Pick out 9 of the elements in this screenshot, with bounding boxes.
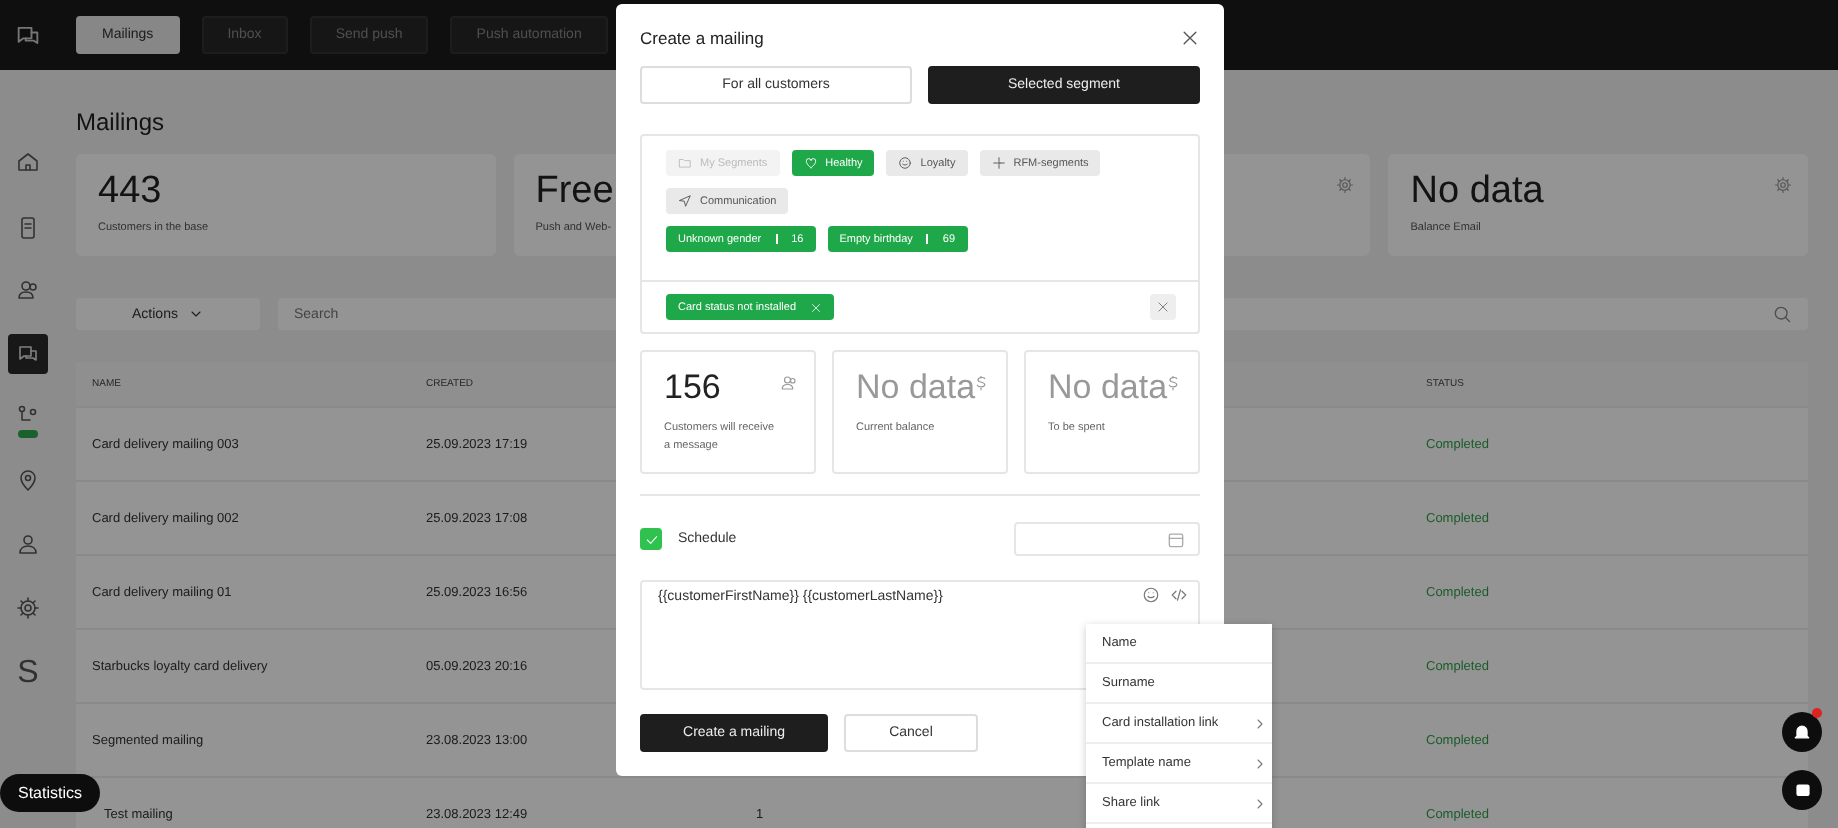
modal-title: Create a mailing xyxy=(640,28,764,48)
logo: S xyxy=(17,656,39,692)
summary-value: No data xyxy=(1048,368,1168,408)
page-title: Mailings xyxy=(76,108,167,136)
stat-value: No data xyxy=(1410,170,1544,214)
summary-value: 156 xyxy=(664,368,721,408)
stat-value: Free xyxy=(535,170,614,214)
summary-value: No data xyxy=(856,368,976,408)
stat-value: 443 xyxy=(98,170,162,214)
